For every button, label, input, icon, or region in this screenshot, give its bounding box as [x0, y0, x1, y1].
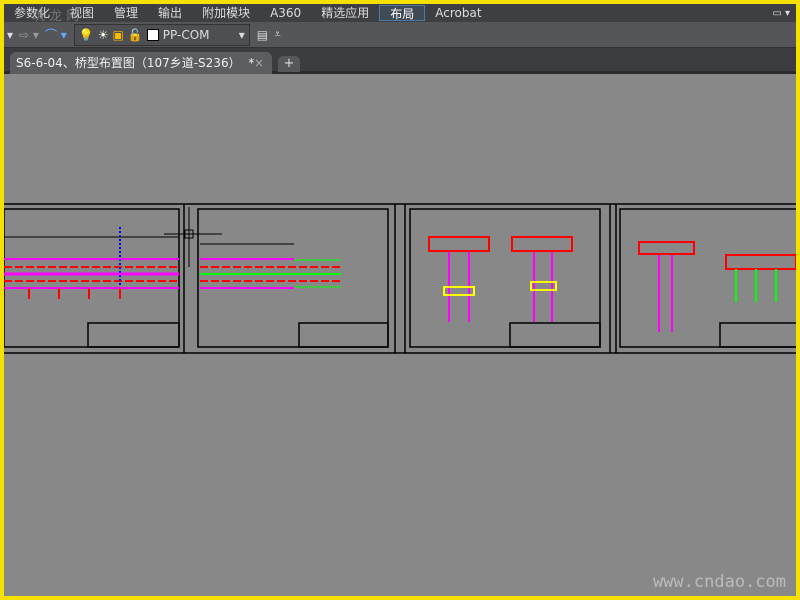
- layer-on-icon[interactable]: 💡: [79, 28, 94, 42]
- tab-document[interactable]: S6-6-04、桥型布置图（107乡道-S236） * ×: [10, 52, 272, 74]
- toolbar-overflow-icon[interactable]: ⩡: [271, 27, 284, 42]
- close-icon[interactable]: ×: [254, 52, 264, 74]
- ribbon-options-dropdown-icon[interactable]: ▭ ▾: [766, 8, 796, 19]
- sheet-1: [4, 208, 180, 348]
- pier-sections: [428, 236, 796, 332]
- menu-featured-apps[interactable]: 精选应用: [311, 5, 379, 21]
- menu-manage[interactable]: 管理: [104, 5, 148, 21]
- new-tab-button[interactable]: +: [278, 56, 300, 72]
- redo-icon[interactable]: ⇨ ▾: [16, 28, 42, 42]
- menu-output[interactable]: 输出: [148, 5, 192, 21]
- sheet-2-drawing: [200, 243, 341, 289]
- layer-viewport-icon[interactable]: ▣: [113, 28, 124, 42]
- menu-layout[interactable]: 布局: [379, 5, 426, 21]
- layer-dropdown[interactable]: 💡 ☀ ▣ 🔓 PP-COM ▾: [73, 23, 250, 46]
- document-tabs: S6-6-04、桥型布置图（107乡道-S236） * × +: [4, 48, 796, 74]
- chevron-down-icon[interactable]: ▾: [239, 28, 245, 42]
- watermark: www.cndao.com: [652, 572, 786, 592]
- quick-toolbar: ▾ ⇨ ▾ ⌒ ▾ 💡 ☀ ▣ 🔓 PP-COM ▾ ▤ ⩡: [4, 22, 796, 48]
- layer-lock-icon[interactable]: 🔓: [128, 28, 143, 42]
- autocad-window: 参数化 视图 管理 输出 附加模块 A360 精选应用 布局 Acrobat ▭…: [4, 4, 796, 596]
- drawing-canvas[interactable]: www.cndao.com: [4, 77, 796, 596]
- sheet-1-drawing: [4, 227, 179, 299]
- polyline-icon[interactable]: ⌒ ▾: [42, 26, 70, 43]
- sheet-3: [409, 208, 601, 348]
- ribbon-tabs: 参数化 视图 管理 输出 附加模块 A360 精选应用 布局 Acrobat ▭…: [4, 4, 796, 24]
- layer-properties-icon[interactable]: ▤: [254, 28, 271, 42]
- undo-dropdown-icon[interactable]: ▾: [4, 28, 16, 42]
- drawing-sheets: [4, 203, 796, 354]
- layer-name: PP-COM: [162, 27, 210, 42]
- sheet-2: [197, 208, 389, 348]
- menu-a360[interactable]: A360: [260, 5, 311, 21]
- menu-acrobat[interactable]: Acrobat: [425, 5, 491, 21]
- sheet-4: [619, 208, 796, 348]
- layer-color-swatch[interactable]: [146, 28, 159, 41]
- tab-title: S6-6-04、桥型布置图（107乡道-S236）: [16, 56, 241, 70]
- layer-freeze-icon[interactable]: ☀: [98, 28, 109, 42]
- menu-addins[interactable]: 附加模块: [192, 5, 260, 21]
